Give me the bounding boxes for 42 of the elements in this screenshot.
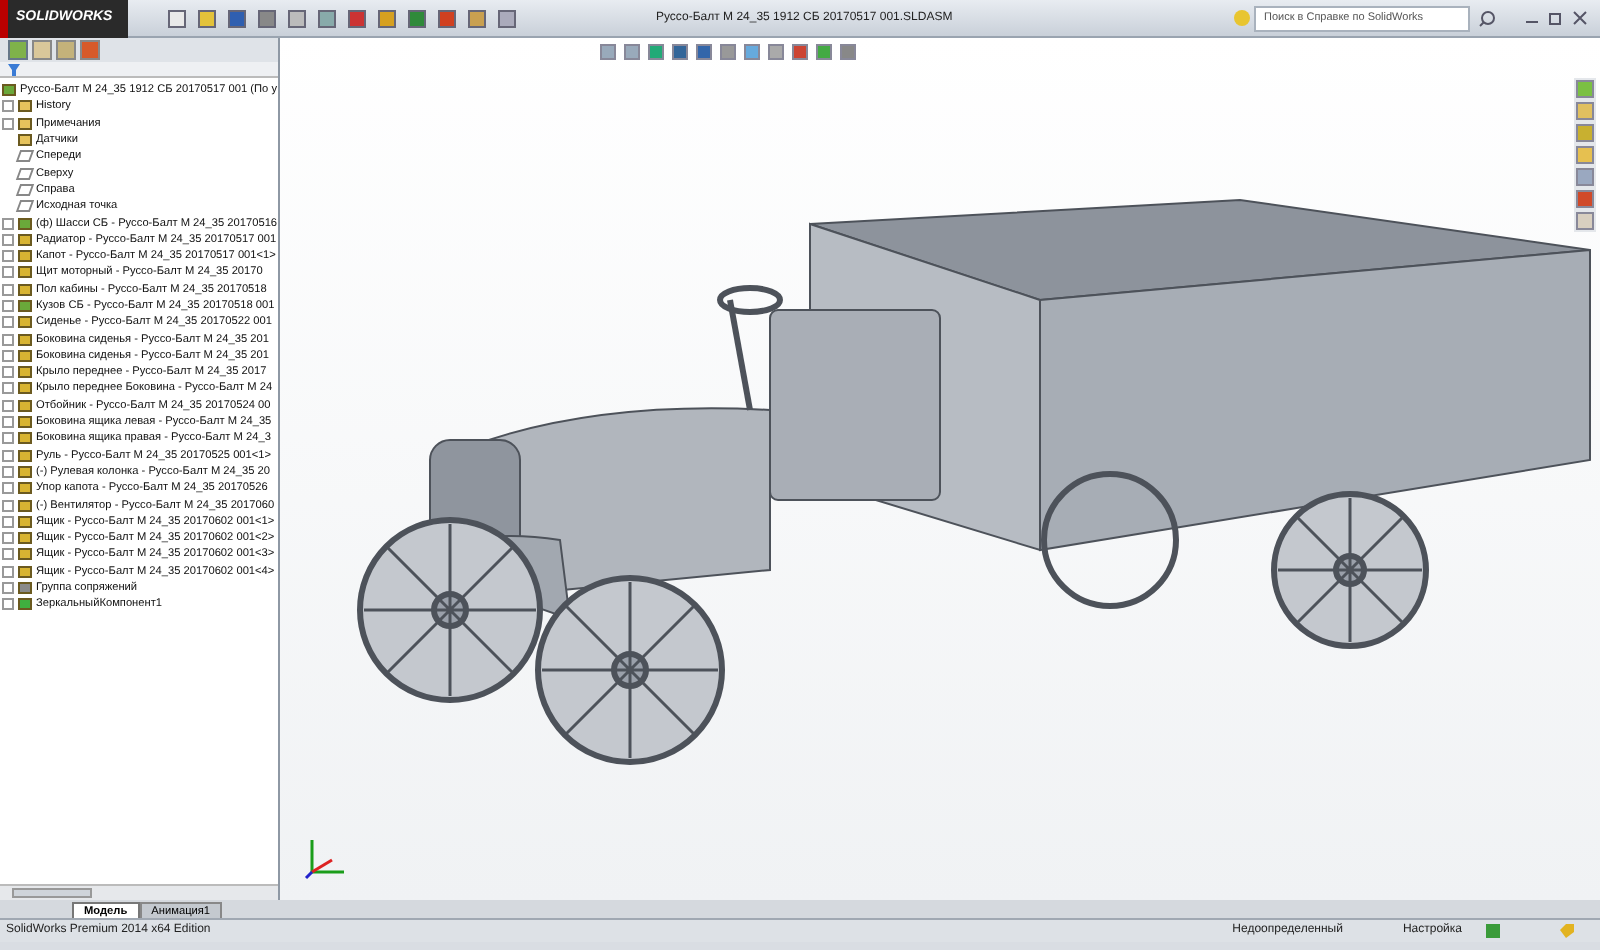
expand-toggle[interactable] bbox=[2, 117, 14, 130]
expand-toggle[interactable] bbox=[2, 598, 14, 611]
expand-toggle[interactable] bbox=[2, 217, 14, 230]
mates-icon bbox=[18, 582, 32, 595]
expand-toggle[interactable] bbox=[2, 532, 14, 545]
expand-toggle[interactable] bbox=[2, 316, 14, 329]
expand-toggle[interactable] bbox=[2, 548, 14, 561]
expand-toggle[interactable] bbox=[2, 100, 14, 113]
expand-toggle[interactable] bbox=[2, 349, 14, 362]
expand-toggle[interactable] bbox=[2, 515, 14, 528]
mirror-icon bbox=[18, 598, 32, 611]
help-icon bbox=[1234, 10, 1250, 26]
expand-toggle[interactable] bbox=[2, 565, 14, 578]
property-manager-tab[interactable] bbox=[32, 40, 52, 60]
expand-toggle[interactable] bbox=[2, 449, 14, 462]
expand-toggle[interactable] bbox=[2, 465, 14, 478]
expand-toggle[interactable] bbox=[2, 399, 14, 412]
coordinate-axes-icon bbox=[304, 836, 348, 880]
origin-icon bbox=[15, 200, 35, 213]
expand-toggle[interactable] bbox=[2, 266, 14, 279]
expand-toggle[interactable] bbox=[2, 416, 14, 429]
tag-icon[interactable] bbox=[1560, 924, 1574, 938]
expand-toggle[interactable] bbox=[2, 300, 14, 312]
assembly-icon bbox=[18, 300, 32, 312]
expand-toggle[interactable] bbox=[2, 333, 14, 346]
expand-toggle[interactable] bbox=[2, 499, 14, 512]
scrollbar-thumb[interactable] bbox=[12, 888, 92, 898]
expand-toggle[interactable] bbox=[2, 582, 14, 595]
restore-icon[interactable] bbox=[1548, 10, 1564, 26]
feature-manager-tab[interactable] bbox=[8, 40, 28, 60]
root-icon bbox=[2, 84, 16, 97]
expand-toggle[interactable] bbox=[2, 233, 14, 246]
expand-toggle[interactable] bbox=[2, 283, 14, 296]
assembly-icon bbox=[18, 217, 32, 230]
expand-toggle[interactable] bbox=[2, 382, 14, 395]
expand-toggle[interactable] bbox=[2, 366, 14, 379]
close-icon[interactable] bbox=[1572, 10, 1588, 26]
expand-toggle[interactable] bbox=[2, 482, 14, 495]
configuration-manager-tab[interactable] bbox=[56, 40, 76, 60]
expand-toggle[interactable] bbox=[2, 250, 14, 263]
search-icon[interactable] bbox=[1478, 9, 1496, 27]
expand-toggle[interactable] bbox=[2, 432, 14, 445]
